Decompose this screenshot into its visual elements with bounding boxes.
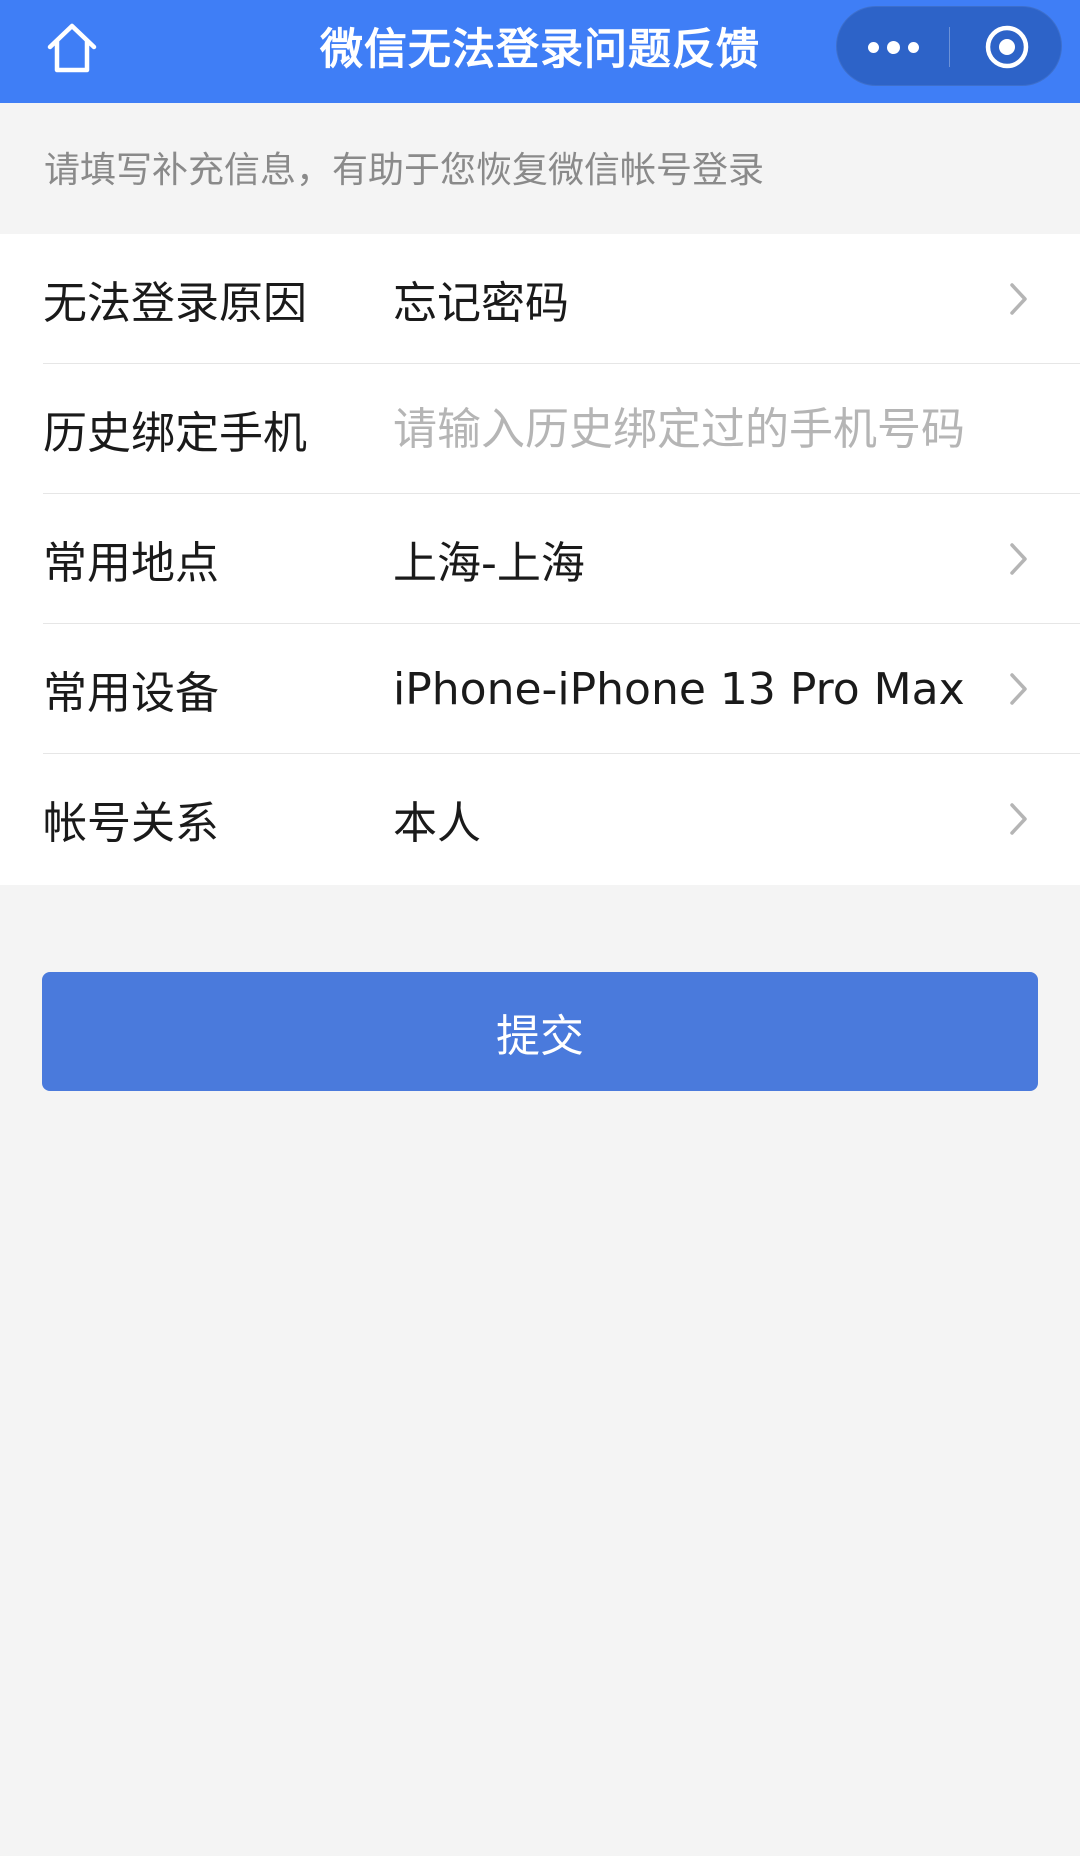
chevron-right-icon <box>1004 799 1034 839</box>
more-dots-icon <box>886 40 900 54</box>
row-bound-phone: 历史绑定手机 <box>0 364 1080 494</box>
close-button[interactable] <box>950 7 1063 87</box>
row-common-location[interactable]: 常用地点 上海-上海 <box>0 494 1080 624</box>
row-value: 本人 <box>393 798 481 849</box>
target-circle-icon <box>985 25 1028 69</box>
feedback-form: 无法登录原因 忘记密码 历史绑定手机 常用地点 上海-上海 常用设备 iPhon… <box>0 234 1080 885</box>
more-dots-icon <box>867 41 879 53</box>
row-common-device[interactable]: 常用设备 iPhone-iPhone 13 Pro Max <box>0 624 1080 754</box>
row-value: iPhone-iPhone 13 Pro Max <box>393 663 965 715</box>
row-label: 帐号关系 <box>43 798 219 849</box>
row-login-reason[interactable]: 无法登录原因 忘记密码 <box>0 234 1080 364</box>
chevron-right-icon <box>1004 279 1034 319</box>
mini-program-capsule <box>836 6 1062 86</box>
navbar: 微信无法登录问题反馈 <box>0 0 1080 103</box>
row-label: 常用地点 <box>43 538 219 589</box>
row-value: 上海-上海 <box>393 538 585 589</box>
submit-button[interactable]: 提交 <box>42 972 1038 1091</box>
row-label: 无法登录原因 <box>43 278 307 329</box>
more-button[interactable] <box>837 7 949 87</box>
phone-input[interactable] <box>393 393 1033 465</box>
more-dots-icon <box>907 41 919 53</box>
chevron-right-icon <box>1004 669 1034 709</box>
chevron-right-icon <box>1004 539 1034 579</box>
hint-text: 请填写补充信息，有助于您恢复微信帐号登录 <box>44 150 765 191</box>
row-account-relation[interactable]: 帐号关系 本人 <box>0 754 1080 884</box>
row-label: 历史绑定手机 <box>43 408 307 459</box>
row-value: 忘记密码 <box>393 278 569 329</box>
row-label: 常用设备 <box>43 668 219 719</box>
